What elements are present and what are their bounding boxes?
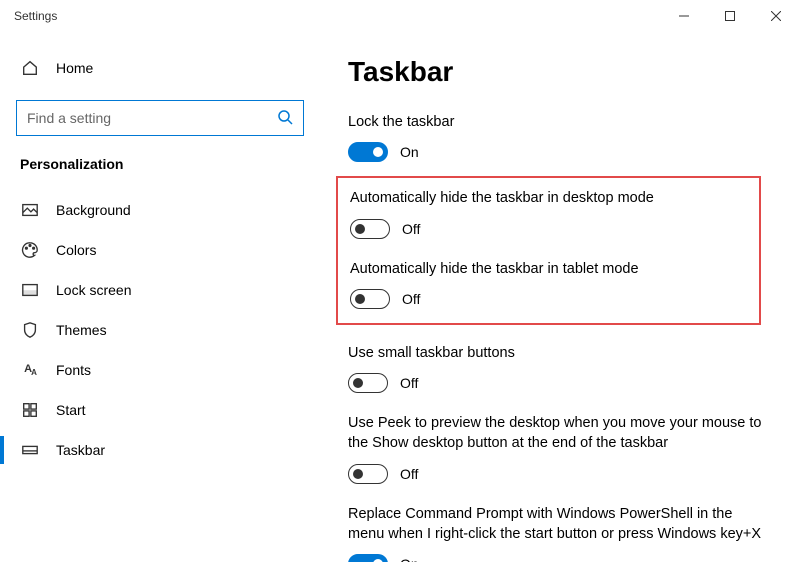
toggle-hide-desktop[interactable] bbox=[350, 219, 390, 239]
nav-item-themes[interactable]: Themes bbox=[0, 310, 320, 350]
setting-label: Automatically hide the taskbar in tablet… bbox=[350, 259, 747, 279]
search-input[interactable] bbox=[27, 110, 277, 126]
nav-item-background[interactable]: Background bbox=[0, 190, 320, 230]
nav-item-start[interactable]: Start bbox=[0, 390, 320, 430]
nav-home-label: Home bbox=[56, 60, 93, 76]
toggle-state: Off bbox=[400, 466, 418, 482]
home-icon bbox=[20, 58, 40, 78]
setting-label: Lock the taskbar bbox=[348, 112, 769, 132]
titlebar: Settings bbox=[0, 0, 799, 32]
nav-home[interactable]: Home bbox=[0, 48, 320, 88]
nav-item-label: Fonts bbox=[56, 362, 91, 378]
start-icon bbox=[20, 400, 40, 420]
nav-item-label: Themes bbox=[56, 322, 107, 338]
toggle-state: Off bbox=[400, 375, 418, 391]
content-pane: Taskbar Lock the taskbar On Automaticall… bbox=[320, 32, 799, 562]
toggle-state: On bbox=[400, 144, 419, 160]
sidebar: Home Personalization Background Colors bbox=[0, 32, 320, 562]
setting-label: Replace Command Prompt with Windows Powe… bbox=[348, 504, 769, 545]
section-title: Personalization bbox=[0, 156, 320, 190]
lock-screen-icon bbox=[20, 280, 40, 300]
toggle-state: On bbox=[400, 556, 419, 562]
nav-item-label: Start bbox=[56, 402, 86, 418]
setting-hide-desktop: Automatically hide the taskbar in deskto… bbox=[350, 188, 747, 238]
window-title: Settings bbox=[14, 9, 57, 23]
themes-icon bbox=[20, 320, 40, 340]
toggle-state: Off bbox=[402, 291, 420, 307]
toggle-lock-taskbar[interactable] bbox=[348, 142, 388, 162]
taskbar-icon bbox=[20, 440, 40, 460]
setting-hide-tablet: Automatically hide the taskbar in tablet… bbox=[350, 259, 747, 309]
nav-item-taskbar[interactable]: Taskbar bbox=[0, 430, 320, 470]
toggle-peek[interactable] bbox=[348, 464, 388, 484]
highlight-box: Automatically hide the taskbar in deskto… bbox=[336, 176, 761, 325]
nav-item-label: Taskbar bbox=[56, 442, 105, 458]
setting-label: Use small taskbar buttons bbox=[348, 343, 769, 363]
nav-item-label: Colors bbox=[56, 242, 96, 258]
maximize-button[interactable] bbox=[707, 0, 753, 32]
close-button[interactable] bbox=[753, 0, 799, 32]
setting-peek: Use Peek to preview the desktop when you… bbox=[348, 413, 769, 484]
palette-icon bbox=[20, 240, 40, 260]
toggle-hide-tablet[interactable] bbox=[350, 289, 390, 309]
nav-item-fonts[interactable]: AA Fonts bbox=[0, 350, 320, 390]
search-icon bbox=[277, 109, 293, 128]
page-title: Taskbar bbox=[348, 56, 769, 88]
minimize-button[interactable] bbox=[661, 0, 707, 32]
image-icon bbox=[20, 200, 40, 220]
search-box[interactable] bbox=[16, 100, 304, 136]
nav-item-label: Lock screen bbox=[56, 282, 131, 298]
fonts-icon: AA bbox=[20, 360, 40, 380]
setting-lock-taskbar: Lock the taskbar On bbox=[348, 112, 769, 162]
setting-small-buttons: Use small taskbar buttons Off bbox=[348, 343, 769, 393]
nav-item-lock-screen[interactable]: Lock screen bbox=[0, 270, 320, 310]
toggle-powershell[interactable] bbox=[348, 554, 388, 562]
setting-powershell: Replace Command Prompt with Windows Powe… bbox=[348, 504, 769, 562]
toggle-small-buttons[interactable] bbox=[348, 373, 388, 393]
nav-item-label: Background bbox=[56, 202, 131, 218]
setting-label: Use Peek to preview the desktop when you… bbox=[348, 413, 769, 454]
nav-item-colors[interactable]: Colors bbox=[0, 230, 320, 270]
nav-list: Background Colors Lock screen Themes bbox=[0, 190, 320, 470]
setting-label: Automatically hide the taskbar in deskto… bbox=[350, 188, 747, 208]
toggle-state: Off bbox=[402, 221, 420, 237]
